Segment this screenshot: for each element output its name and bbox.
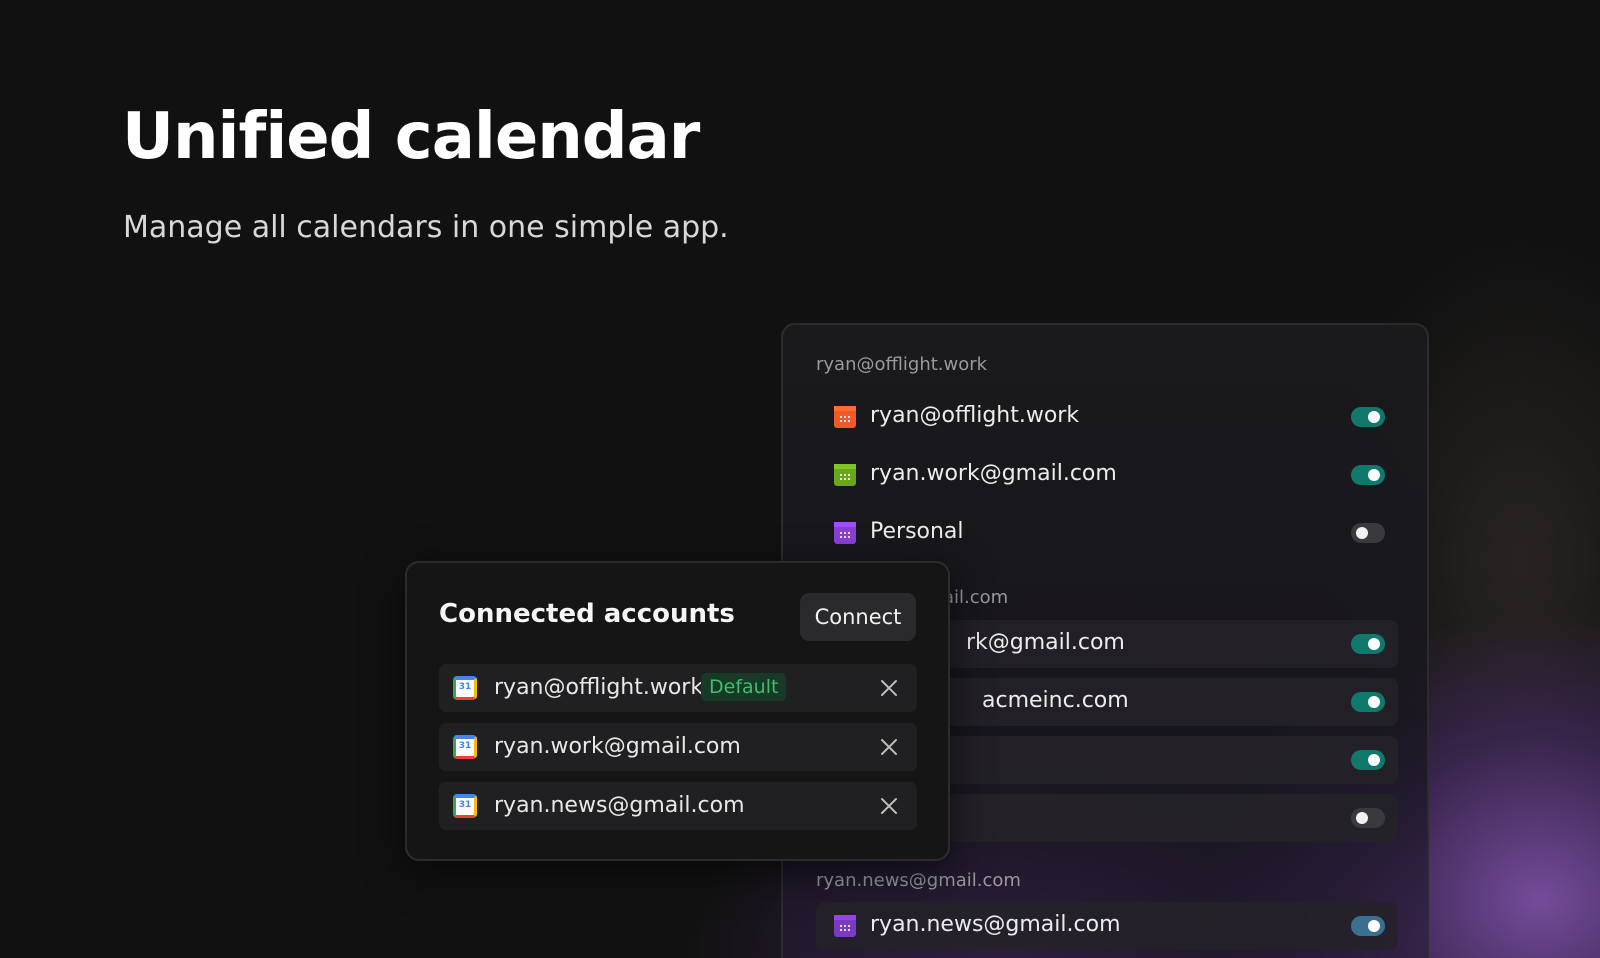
calendar-row[interactable]: ryan@offlight.work bbox=[816, 393, 1398, 441]
calendar-name: ryan.work@gmail.com bbox=[870, 461, 1117, 486]
close-icon[interactable] bbox=[879, 796, 899, 816]
page-subtitle: Manage all calendars in one simple app. bbox=[123, 210, 729, 245]
group-label: ryan@offlight.work bbox=[816, 354, 988, 375]
calendar-toggle[interactable] bbox=[1351, 523, 1385, 543]
card-title: Connected accounts bbox=[439, 599, 735, 629]
account-email: ryan.news@gmail.com bbox=[494, 793, 745, 818]
calendar-toggle[interactable] bbox=[1351, 634, 1385, 654]
account-row: 31 ryan.news@gmail.com bbox=[439, 782, 917, 830]
calendar-name: Personal bbox=[870, 519, 964, 544]
page-title: Unified calendar bbox=[122, 100, 700, 174]
connected-accounts-card: Connected accounts Connect 31 ryan@offli… bbox=[405, 561, 950, 861]
calendar-row[interactable]: Personal bbox=[816, 509, 1398, 557]
close-icon[interactable] bbox=[879, 737, 899, 757]
google-calendar-icon: 31 bbox=[453, 794, 477, 818]
calendar-row[interactable]: ryan.work@gmail.com bbox=[816, 451, 1398, 499]
calendar-row[interactable]: ryan.news@gmail.com bbox=[816, 902, 1398, 950]
calendar-toggle[interactable] bbox=[1351, 465, 1385, 485]
account-email: ryan@offlight.work bbox=[494, 675, 704, 700]
account-row: 31 ryan.work@gmail.com bbox=[439, 723, 917, 771]
account-row: 31 ryan@offlight.work Default bbox=[439, 664, 917, 712]
default-badge: Default bbox=[701, 673, 787, 701]
google-calendar-icon: 31 bbox=[453, 676, 477, 700]
calendar-name: acmeinc.com bbox=[982, 688, 1129, 713]
calendar-name: rk@gmail.com bbox=[966, 630, 1125, 655]
google-calendar-icon: 31 bbox=[453, 735, 477, 759]
calendar-toggle[interactable] bbox=[1351, 808, 1385, 828]
calendar-icon bbox=[834, 406, 856, 428]
calendar-toggle[interactable] bbox=[1351, 407, 1385, 427]
calendar-name: ryan.news@gmail.com bbox=[870, 912, 1121, 937]
calendar-icon bbox=[834, 522, 856, 544]
close-icon[interactable] bbox=[879, 678, 899, 698]
calendar-icon bbox=[834, 915, 856, 937]
account-email: ryan.work@gmail.com bbox=[494, 734, 741, 759]
calendar-name: ryan@offlight.work bbox=[870, 403, 1080, 428]
calendar-toggle[interactable] bbox=[1351, 750, 1385, 770]
connect-button[interactable]: Connect bbox=[800, 593, 916, 641]
calendar-icon bbox=[834, 464, 856, 486]
group-label: ryan.news@gmail.com bbox=[816, 870, 1021, 891]
calendar-toggle[interactable] bbox=[1351, 916, 1385, 936]
calendar-toggle[interactable] bbox=[1351, 692, 1385, 712]
group-label: ail.com bbox=[943, 587, 1009, 608]
